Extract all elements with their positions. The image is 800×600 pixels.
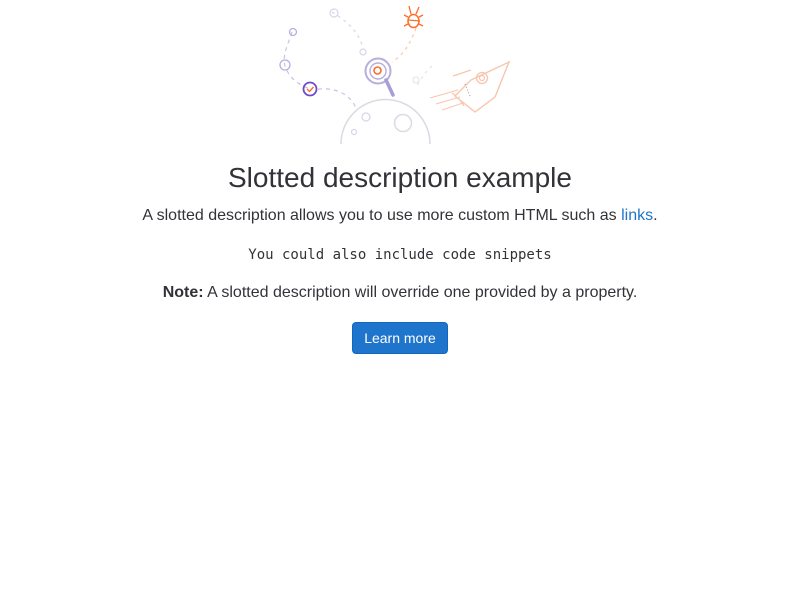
note-paragraph: Note: A slotted description will overrid… [0, 283, 800, 303]
note-label: Note: [162, 284, 204, 301]
note-text: A slotted description will override one … [203, 284, 638, 301]
description-link[interactable]: links [621, 207, 653, 224]
empty-state-illustration [279, 5, 511, 144]
learn-more-button[interactable]: Learn more [352, 322, 448, 354]
description-period: . [653, 207, 658, 224]
empty-state-description: A slotted description allows you to use … [0, 206, 800, 226]
empty-state: Slotted description example A slotted de… [0, 0, 800, 600]
description-text: A slotted description allows you to use … [142, 207, 622, 224]
empty-state-title: Slotted description example [228, 162, 572, 193]
code-snippet: You could also include code snippets [248, 247, 552, 263]
